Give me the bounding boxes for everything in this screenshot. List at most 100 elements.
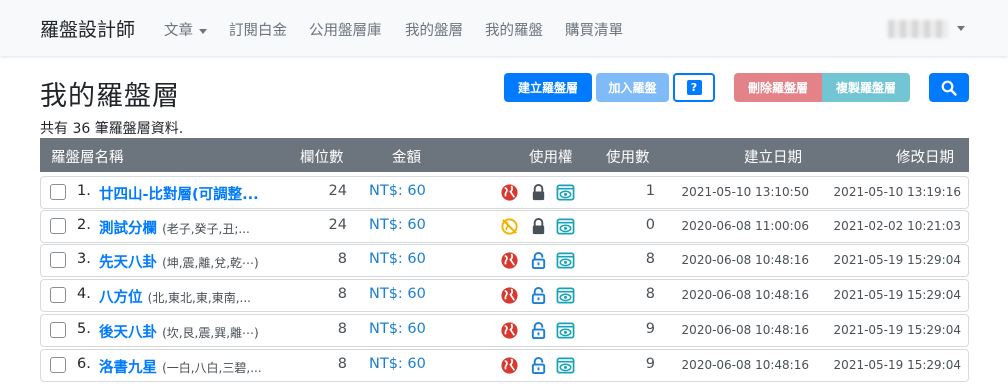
- header-uses[interactable]: 使用數: [606, 146, 650, 167]
- lock-open-icon[interactable]: [529, 356, 548, 375]
- row-checkbox[interactable]: [50, 184, 66, 200]
- layer-name-link[interactable]: 先天八卦 (坤,震,離,兌,乾⋯): [99, 251, 259, 272]
- eye-icon[interactable]: [556, 251, 575, 270]
- eye-icon[interactable]: [556, 217, 575, 236]
- header-name[interactable]: 羅盤層名稱: [51, 146, 124, 167]
- row-checkbox[interactable]: [50, 287, 66, 303]
- header-columns[interactable]: 欄位數: [300, 146, 344, 167]
- layer-name: 洛書九星: [99, 360, 157, 376]
- chevron-down-icon[interactable]: [957, 26, 965, 31]
- header-created[interactable]: 建立日期: [744, 146, 802, 167]
- modified-date: 2021-05-19 15:29:04: [833, 358, 961, 372]
- table-row[interactable]: 1. 廿四山-比對層(可調整... 24 NT$: 60 1 2021-05-1…: [40, 176, 969, 209]
- layer-detail: (北,東北,東,東南,...: [147, 291, 251, 305]
- eye-icon[interactable]: [556, 183, 575, 202]
- created-date: 2020-06-08 10:48:16: [681, 288, 809, 302]
- globe-icon[interactable]: [500, 321, 519, 340]
- lock-closed-icon[interactable]: [529, 183, 548, 202]
- globe-icon[interactable]: [500, 251, 519, 270]
- layer-detail: (坤,震,離,兌,乾⋯): [162, 256, 259, 270]
- modified-date: 2021-05-19 15:29:04: [833, 288, 961, 302]
- layer-detail: (一白,八白,三碧,...: [162, 361, 262, 375]
- copy-layer-button[interactable]: 複製羅盤層: [822, 73, 910, 102]
- eye-icon[interactable]: [556, 321, 575, 340]
- layer-name-link[interactable]: 洛書九星 (一白,八白,三碧,...: [99, 356, 262, 377]
- user-menu[interactable]: [888, 20, 948, 38]
- nav-item-purchases[interactable]: 購買清單: [565, 19, 623, 40]
- layer-name: 後天八卦: [99, 325, 157, 341]
- help-button[interactable]: ?: [673, 73, 715, 102]
- price: NT$: 60: [369, 251, 426, 267]
- modified-date: 2021-05-10 13:19:16: [833, 185, 961, 199]
- help-icon: ?: [686, 80, 702, 95]
- table-row[interactable]: 5. 後天八卦 (坎,艮,震,巽,離⋯) 8 NT$: 60 9 2020-06…: [40, 314, 969, 347]
- nav-item-label: 文章: [164, 23, 193, 39]
- row-checkbox[interactable]: [50, 357, 66, 373]
- lock-closed-icon[interactable]: [529, 217, 548, 236]
- globe-icon[interactable]: [500, 286, 519, 305]
- globe-icon[interactable]: [500, 356, 519, 375]
- use-count: 8: [645, 286, 655, 302]
- table-row[interactable]: 2. 測試分欄 (老子,癸子,丑;... 24 NT$: 60 0 2020-0…: [40, 210, 969, 243]
- table-row[interactable]: 4. 八方位 (北,東北,東,東南,... 8 NT$: 60 8 2020-0…: [40, 279, 969, 312]
- join-compass-button[interactable]: 加入羅盤: [596, 73, 669, 102]
- globe-disabled-icon[interactable]: [500, 217, 519, 236]
- lock-open-icon[interactable]: [529, 286, 548, 305]
- layer-name-link[interactable]: 測試分欄 (老子,癸子,丑;...: [99, 217, 250, 238]
- search-icon: [941, 80, 957, 96]
- price: NT$: 60: [369, 286, 426, 302]
- header-modified[interactable]: 修改日期: [896, 146, 954, 167]
- chevron-down-icon: [199, 28, 207, 34]
- column-count: 24: [328, 217, 347, 233]
- created-date: 2021-05-10 13:10:50: [681, 185, 809, 199]
- nav-item-articles[interactable]: 文章: [164, 19, 207, 40]
- column-count: 24: [328, 183, 347, 199]
- nav-item-my-compass[interactable]: 我的羅盤: [485, 19, 543, 40]
- nav-item-subscribe[interactable]: 訂閱白金: [229, 19, 287, 40]
- price: NT$: 60: [369, 321, 426, 337]
- layer-name-link[interactable]: 廿四山-比對層(可調整...: [99, 183, 259, 204]
- use-count: 9: [645, 356, 655, 372]
- price: NT$: 60: [369, 356, 426, 372]
- table-row[interactable]: 6. 洛書九星 (一白,八白,三碧,... 8 NT$: 60 9 2020-0…: [40, 349, 969, 382]
- layer-detail: (坎,艮,震,巽,離⋯): [162, 326, 259, 340]
- table-header: 羅盤層名稱 欄位數 金額 使用權 使用數 建立日期 修改日期: [40, 138, 969, 172]
- eye-icon[interactable]: [556, 286, 575, 305]
- row-checkbox[interactable]: [50, 322, 66, 338]
- layer-name: 廿四山-比對層(可調整...: [99, 187, 259, 203]
- record-count: 共有 36 筆羅盤層資料.: [40, 121, 184, 137]
- lock-open-icon[interactable]: [529, 251, 548, 270]
- row-index: 1.: [77, 183, 91, 199]
- nav-item-my-layers[interactable]: 我的盤層: [405, 19, 463, 40]
- modified-date: 2021-05-19 15:29:04: [833, 323, 961, 337]
- layer-detail: (老子,癸子,丑;...: [162, 222, 250, 236]
- create-layer-button[interactable]: 建立羅盤層: [504, 73, 592, 102]
- top-navbar: 羅盤設計師 文章 訂閱白金 公用盤層庫 我的盤層 我的羅盤 購買清單: [0, 0, 1008, 56]
- price: NT$: 60: [369, 217, 426, 233]
- table-row[interactable]: 3. 先天八卦 (坤,震,離,兌,乾⋯) 8 NT$: 60 8 2020-06…: [40, 244, 969, 277]
- layer-name-link[interactable]: 八方位 (北,東北,東,東南,...: [99, 286, 251, 307]
- nav-item-public-layers[interactable]: 公用盤層庫: [309, 19, 382, 40]
- created-date: 2020-06-08 10:48:16: [681, 253, 809, 267]
- eye-icon[interactable]: [556, 356, 575, 375]
- column-count: 8: [337, 251, 347, 267]
- layer-name: 先天八卦: [99, 255, 157, 271]
- use-count: 1: [645, 183, 655, 199]
- layer-name: 測試分欄: [99, 221, 157, 237]
- search-button[interactable]: [929, 73, 969, 102]
- globe-icon[interactable]: [500, 183, 519, 202]
- row-index: 4.: [77, 286, 91, 302]
- row-checkbox[interactable]: [50, 218, 66, 234]
- brand-logo[interactable]: 羅盤設計師: [40, 15, 135, 42]
- layer-name-link[interactable]: 後天八卦 (坎,艮,震,巽,離⋯): [99, 321, 259, 342]
- row-checkbox[interactable]: [50, 252, 66, 268]
- page-title: 我的羅盤層: [40, 81, 180, 112]
- header-access[interactable]: 使用權: [529, 146, 573, 167]
- row-index: 2.: [77, 217, 91, 233]
- lock-open-icon[interactable]: [529, 321, 548, 340]
- header-price[interactable]: 金額: [392, 146, 421, 167]
- layer-name: 八方位: [99, 290, 143, 306]
- modified-date: 2021-02-02 10:21:03: [833, 219, 961, 233]
- delete-layer-button[interactable]: 刪除羅盤層: [734, 73, 822, 102]
- row-index: 5.: [77, 321, 91, 337]
